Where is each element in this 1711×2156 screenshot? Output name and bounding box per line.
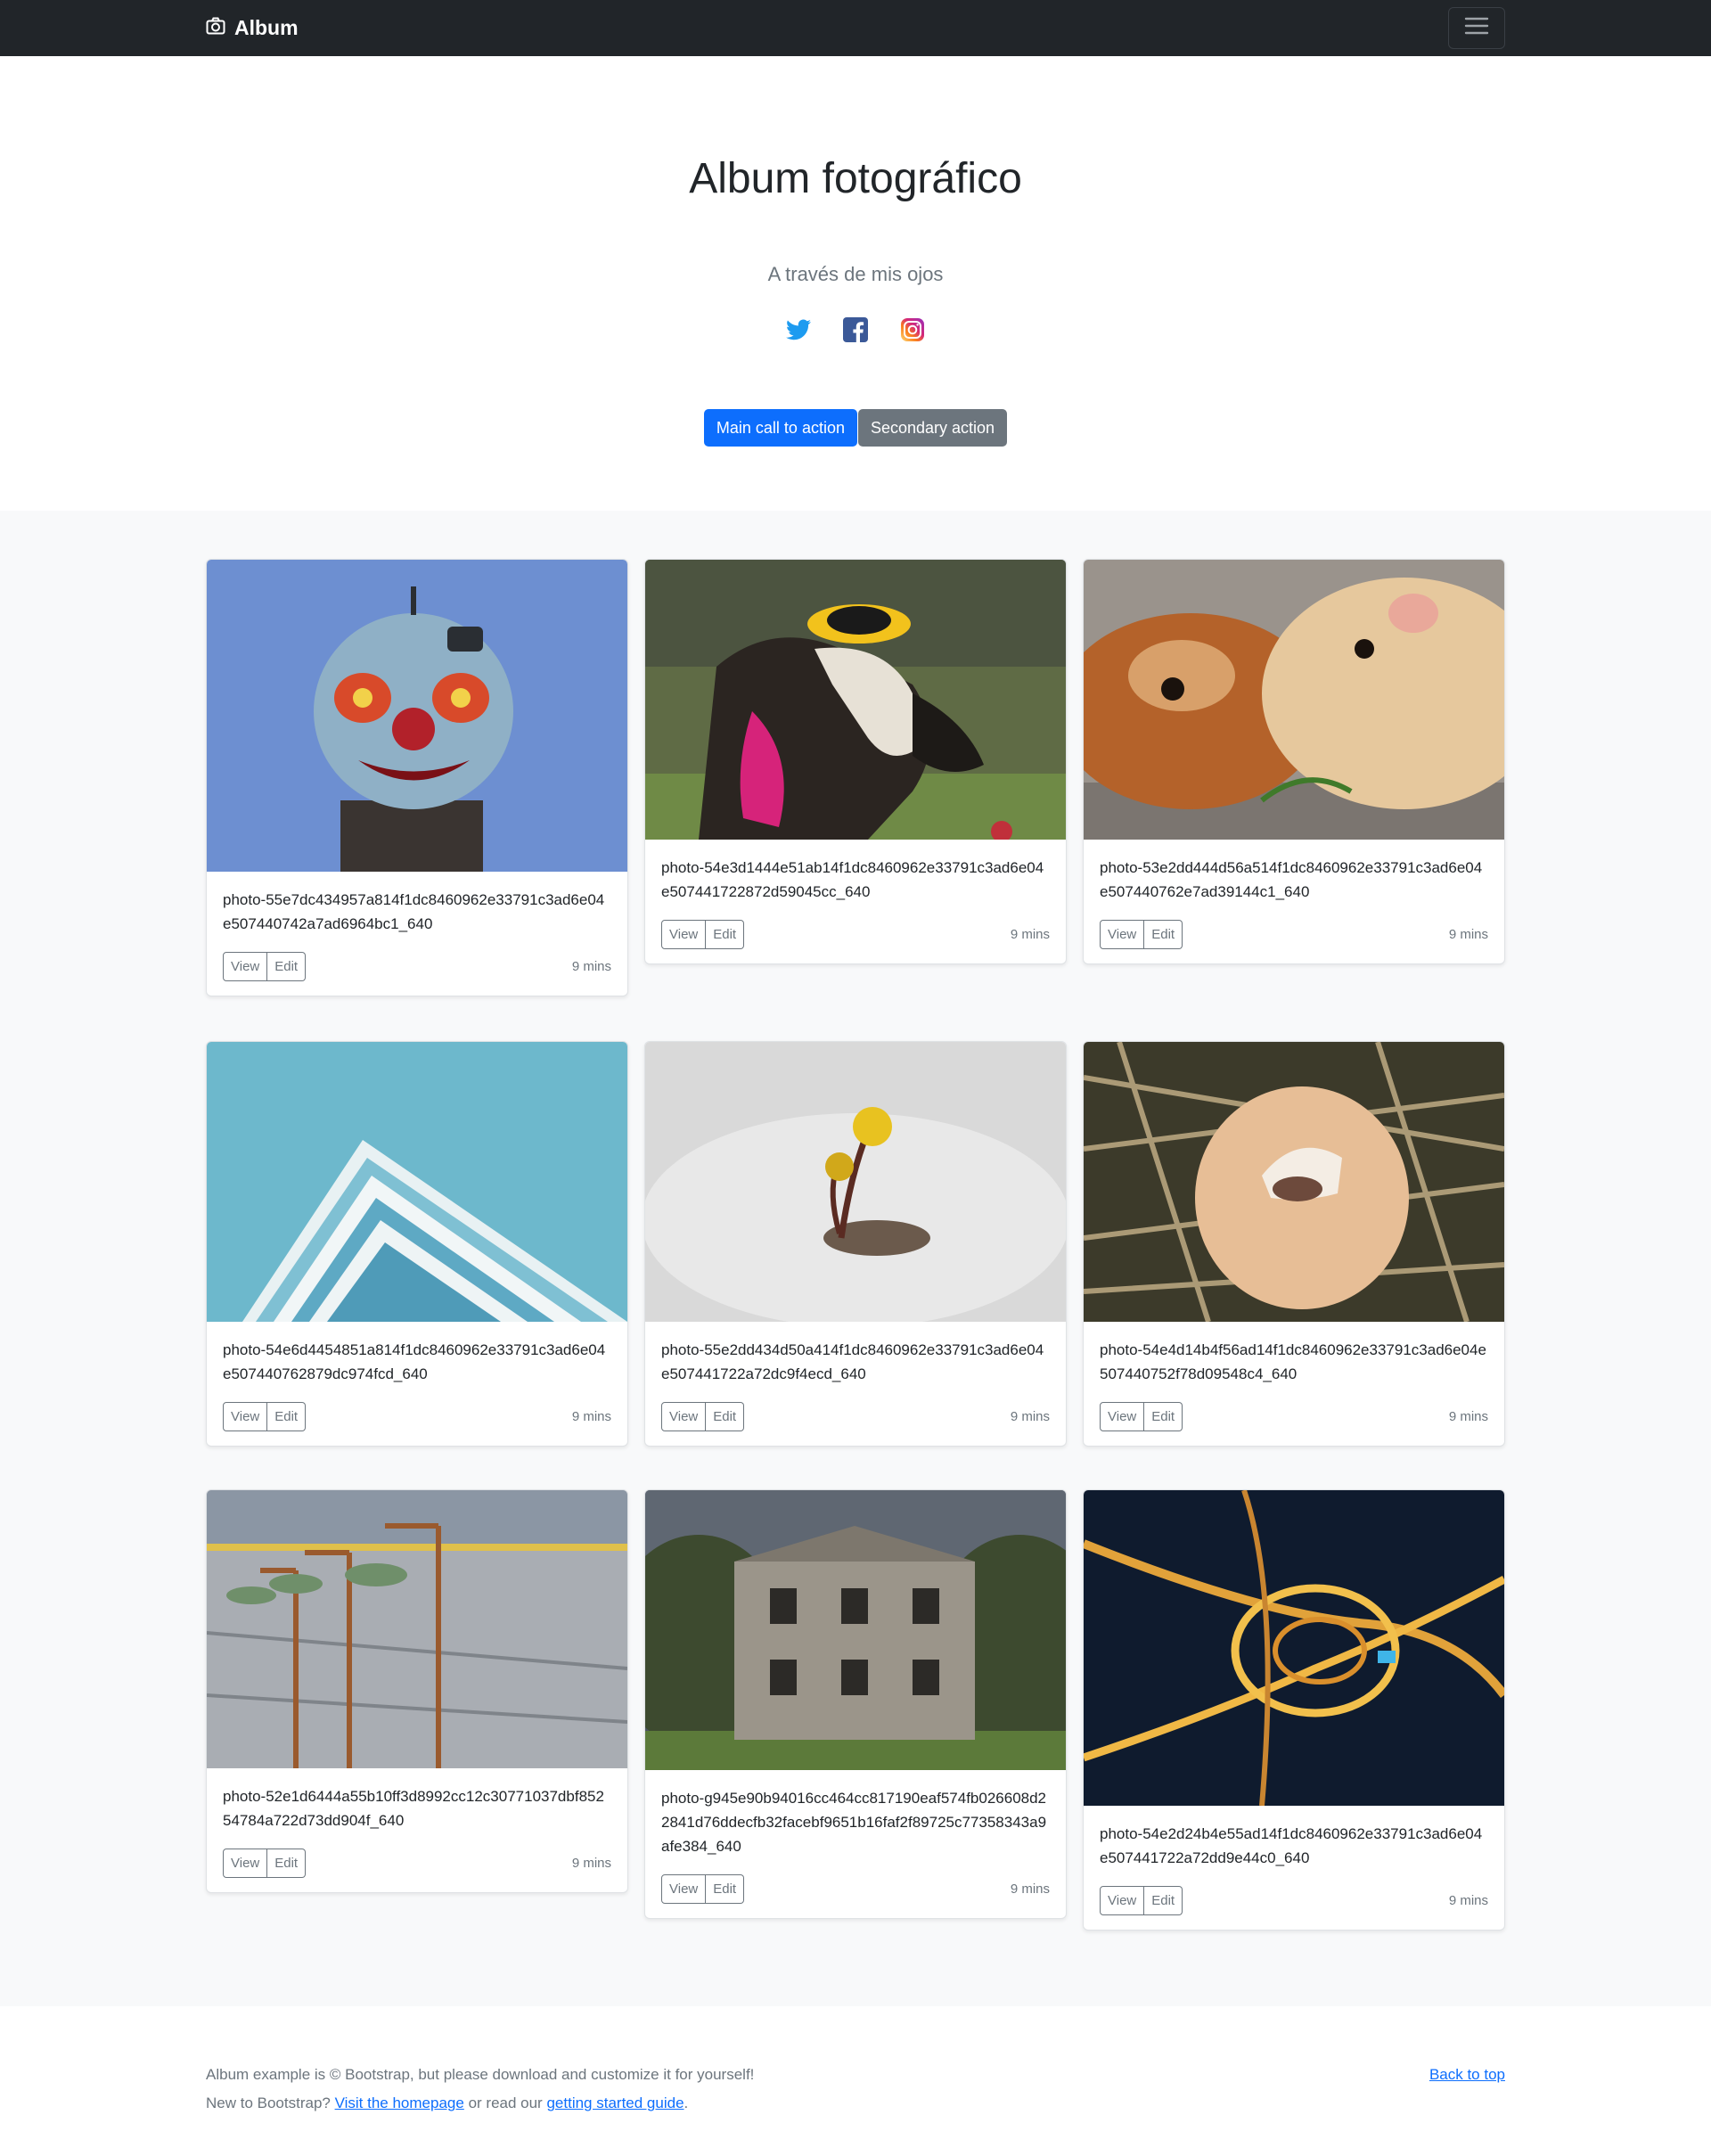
view-button[interactable]: View	[223, 1402, 268, 1431]
card-caption: photo-54e3d1444e51ab14f1dc8460962e33791c…	[661, 859, 1044, 900]
view-button[interactable]: View	[1100, 920, 1145, 949]
call-to-action-group: Main call to action Secondary action	[0, 409, 1711, 447]
card-image[interactable]	[1084, 560, 1504, 840]
album-card: photo-53e2dd444d56a514f1dc8460962e33791c…	[1083, 559, 1505, 964]
card-image[interactable]	[1084, 1490, 1504, 1806]
view-button[interactable]: View	[661, 1874, 707, 1904]
navbar-toggler-button[interactable]	[1448, 7, 1505, 49]
card-time: 9 mins	[571, 1856, 611, 1871]
page-title: Album fotográfico	[689, 155, 1022, 202]
edit-button[interactable]: Edit	[706, 920, 745, 949]
album-card: photo-54e2d24b4e55ad14f1dc8460962e33791c…	[1083, 1489, 1505, 1931]
card-time: 9 mins	[1448, 927, 1488, 942]
card-time: 9 mins	[1448, 1409, 1488, 1424]
footer-help-prefix: New to Bootstrap?	[206, 2095, 331, 2111]
card-caption: photo-54e6d4454851a814f1dc8460962e33791c…	[223, 1341, 606, 1382]
card-actions: View Edit	[661, 1874, 745, 1904]
footer-copyright: Album example is © Bootstrap, but please…	[206, 2066, 755, 2083]
album-card: photo-52e1d6444a55b10ff3d8992cc12c307710…	[206, 1489, 628, 1893]
card-actions: View Edit	[661, 1402, 745, 1431]
edit-button[interactable]: Edit	[1144, 920, 1183, 949]
card-caption: photo-54e4d14b4f56ad14f1dc8460962e33791c…	[1100, 1341, 1486, 1382]
footer-help-suffix: .	[684, 2095, 689, 2111]
album-card: photo-55e7dc434957a814f1dc8460962e33791c…	[206, 559, 628, 996]
card-image[interactable]	[1084, 1042, 1504, 1322]
twitter-icon[interactable]	[786, 317, 811, 342]
card-caption: photo-53e2dd444d56a514f1dc8460962e33791c…	[1100, 859, 1483, 900]
card-image[interactable]	[645, 1490, 1066, 1770]
navbar: Album	[0, 0, 1711, 56]
edit-button[interactable]: Edit	[706, 1874, 745, 1904]
card-actions: View Edit	[1100, 920, 1183, 949]
hamburger-icon	[1464, 16, 1489, 40]
footer-help-middle: or read our	[468, 2095, 543, 2111]
main-call-to-action-button[interactable]: Main call to action	[703, 409, 857, 447]
album-card: photo-55e2dd434d50a414f1dc8460962e33791c…	[644, 1041, 1067, 1447]
card-image[interactable]	[207, 560, 627, 872]
card-caption: photo-g945e90b94016cc464cc817190eaf574fb…	[661, 1790, 1047, 1855]
card-image[interactable]	[645, 560, 1066, 840]
visit-homepage-link[interactable]: Visit the homepage	[335, 2095, 464, 2111]
footer: Back to top Album example is © Bootstrap…	[0, 2006, 1711, 2156]
card-caption: photo-55e7dc434957a814f1dc8460962e33791c…	[223, 891, 605, 932]
card-time: 9 mins	[1010, 1409, 1050, 1424]
card-actions: View Edit	[223, 1402, 307, 1431]
card-image[interactable]	[207, 1490, 627, 1768]
edit-button[interactable]: Edit	[1144, 1402, 1183, 1431]
instagram-icon[interactable]	[900, 317, 925, 342]
view-button[interactable]: View	[223, 1849, 268, 1878]
view-button[interactable]: View	[661, 920, 707, 949]
brand-label: Album	[234, 16, 299, 39]
view-button[interactable]: View	[1100, 1402, 1145, 1431]
album-card: photo-g945e90b94016cc464cc817190eaf574fb…	[644, 1489, 1067, 1919]
back-to-top-link[interactable]: Back to top	[1429, 2066, 1505, 2084]
edit-button[interactable]: Edit	[267, 1849, 307, 1878]
edit-button[interactable]: Edit	[1144, 1886, 1183, 1915]
hero-section: Album fotográfico A través de mis ojos M…	[0, 56, 1711, 511]
view-button[interactable]: View	[223, 952, 268, 981]
getting-started-link[interactable]: getting started guide	[546, 2095, 684, 2111]
edit-button[interactable]: Edit	[267, 952, 307, 981]
facebook-icon[interactable]	[843, 317, 868, 342]
album-section: photo-55e7dc434957a814f1dc8460962e33791c…	[0, 511, 1711, 2006]
card-actions: View Edit	[1100, 1402, 1183, 1431]
album-card: photo-54e4d14b4f56ad14f1dc8460962e33791c…	[1083, 1041, 1505, 1447]
album-card: photo-54e3d1444e51ab14f1dc8460962e33791c…	[644, 559, 1067, 964]
card-caption: photo-52e1d6444a55b10ff3d8992cc12c307710…	[223, 1788, 604, 1829]
card-actions: View Edit	[661, 920, 745, 949]
card-time: 9 mins	[1448, 1893, 1488, 1908]
card-time: 9 mins	[571, 1409, 611, 1424]
card-time: 9 mins	[571, 959, 611, 974]
card-actions: View Edit	[223, 1849, 307, 1878]
edit-button[interactable]: Edit	[267, 1402, 307, 1431]
social-links	[0, 317, 1711, 342]
card-actions: View Edit	[223, 952, 307, 981]
brand-link[interactable]: Album	[206, 16, 299, 40]
card-time: 9 mins	[1010, 927, 1050, 942]
view-button[interactable]: View	[1100, 1886, 1145, 1915]
card-time: 9 mins	[1010, 1881, 1050, 1897]
album-card: photo-54e6d4454851a814f1dc8460962e33791c…	[206, 1041, 628, 1447]
card-caption: photo-54e2d24b4e55ad14f1dc8460962e33791c…	[1100, 1825, 1483, 1866]
card-actions: View Edit	[1100, 1886, 1183, 1915]
page-subtitle: A través de mis ojos	[767, 263, 944, 285]
card-image[interactable]	[645, 1042, 1066, 1322]
camera-icon	[206, 16, 225, 40]
card-caption: photo-55e2dd434d50a414f1dc8460962e33791c…	[661, 1341, 1044, 1382]
secondary-action-button[interactable]: Secondary action	[857, 409, 1008, 447]
footer-help-line: New to Bootstrap? Visit the homepage or …	[206, 2095, 688, 2112]
card-image[interactable]	[207, 1042, 627, 1322]
edit-button[interactable]: Edit	[706, 1402, 745, 1431]
view-button[interactable]: View	[661, 1402, 707, 1431]
